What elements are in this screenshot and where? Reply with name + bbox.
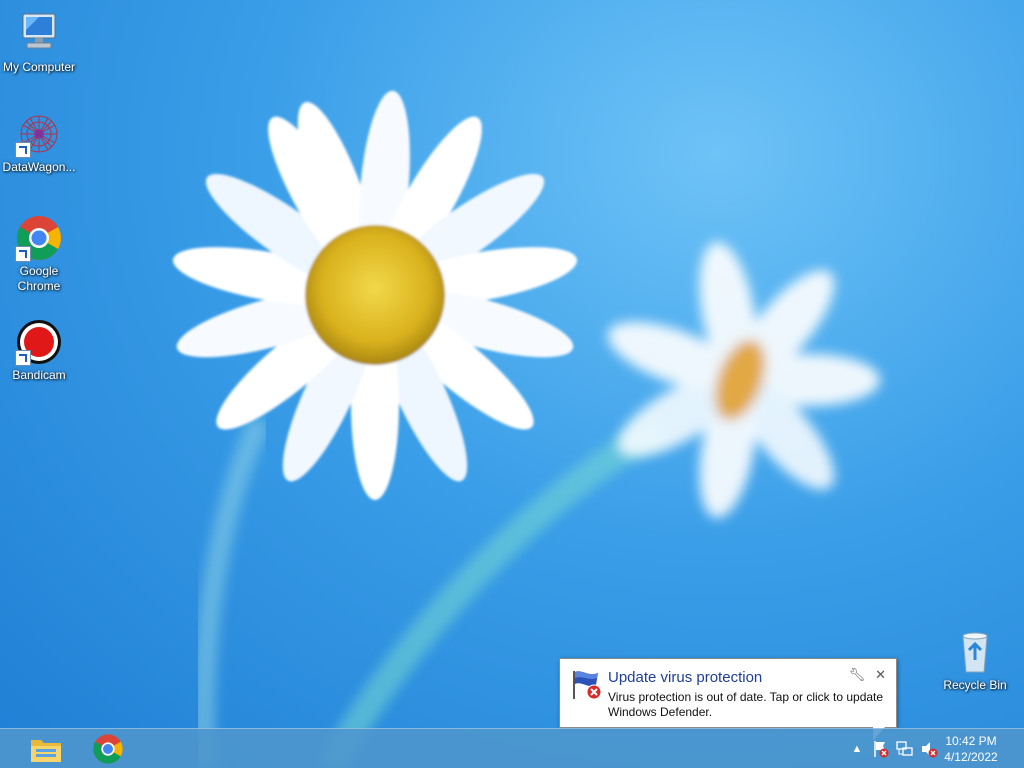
datawagon-icon xyxy=(15,110,63,158)
chrome-icon xyxy=(15,214,63,262)
desktop-icon-label: Google Chrome xyxy=(17,264,61,293)
clock-date: 4/12/2022 xyxy=(944,750,998,764)
folder-icon xyxy=(31,740,61,762)
network-icon[interactable] xyxy=(896,740,914,758)
computer-icon xyxy=(15,10,63,58)
notification-balloon[interactable]: Update virus protection Virus protection… xyxy=(559,658,897,728)
desktop[interactable]: My Computer DataWagon... Google Chrome B… xyxy=(0,0,1024,768)
clock-time: 10:42 PM xyxy=(945,734,997,748)
action-center-flag-icon[interactable] xyxy=(872,740,890,758)
chrome-icon xyxy=(93,734,123,764)
taskbar[interactable]: ▲ 10:42 PM 4/12/2022 xyxy=(0,728,1024,768)
notification-controls: 🔧︎ ✕ xyxy=(849,667,886,683)
desktop-icon-label: Recycle Bin xyxy=(943,678,1007,692)
shortcut-arrow-icon xyxy=(15,350,31,366)
notification-title: Update virus protection xyxy=(608,669,763,686)
bandicam-icon xyxy=(15,318,63,366)
taskbar-file-explorer-button[interactable] xyxy=(22,731,70,767)
close-icon[interactable]: ✕ xyxy=(875,667,886,683)
desktop-icon-label: DataWagon... xyxy=(2,160,76,174)
notification-body: Virus protection is out of date. Tap or … xyxy=(608,690,884,719)
defender-flag-icon xyxy=(570,669,604,701)
desktop-icon-bandicam[interactable]: Bandicam xyxy=(1,318,77,383)
desktop-icon-my-computer[interactable]: My Computer xyxy=(1,10,77,75)
wrench-icon[interactable]: 🔧︎ xyxy=(849,667,866,683)
taskbar-clock[interactable]: 10:42 PM 4/12/2022 xyxy=(936,733,1006,765)
show-hidden-icons-arrow[interactable]: ▲ xyxy=(848,740,866,758)
desktop-icon-google-chrome[interactable]: Google Chrome xyxy=(1,214,77,294)
taskbar-chrome-button[interactable] xyxy=(84,731,132,767)
desktop-icon-label: Bandicam xyxy=(12,368,66,382)
shortcut-arrow-icon xyxy=(15,142,31,158)
wallpaper-daisies xyxy=(173,90,880,768)
shortcut-arrow-icon xyxy=(15,246,31,262)
desktop-icon-recycle-bin[interactable]: Recycle Bin xyxy=(937,628,1013,693)
recycle-bin-icon xyxy=(951,628,999,676)
desktop-icon-datawagon[interactable]: DataWagon... xyxy=(1,110,77,175)
desktop-icon-label: My Computer xyxy=(2,60,76,74)
